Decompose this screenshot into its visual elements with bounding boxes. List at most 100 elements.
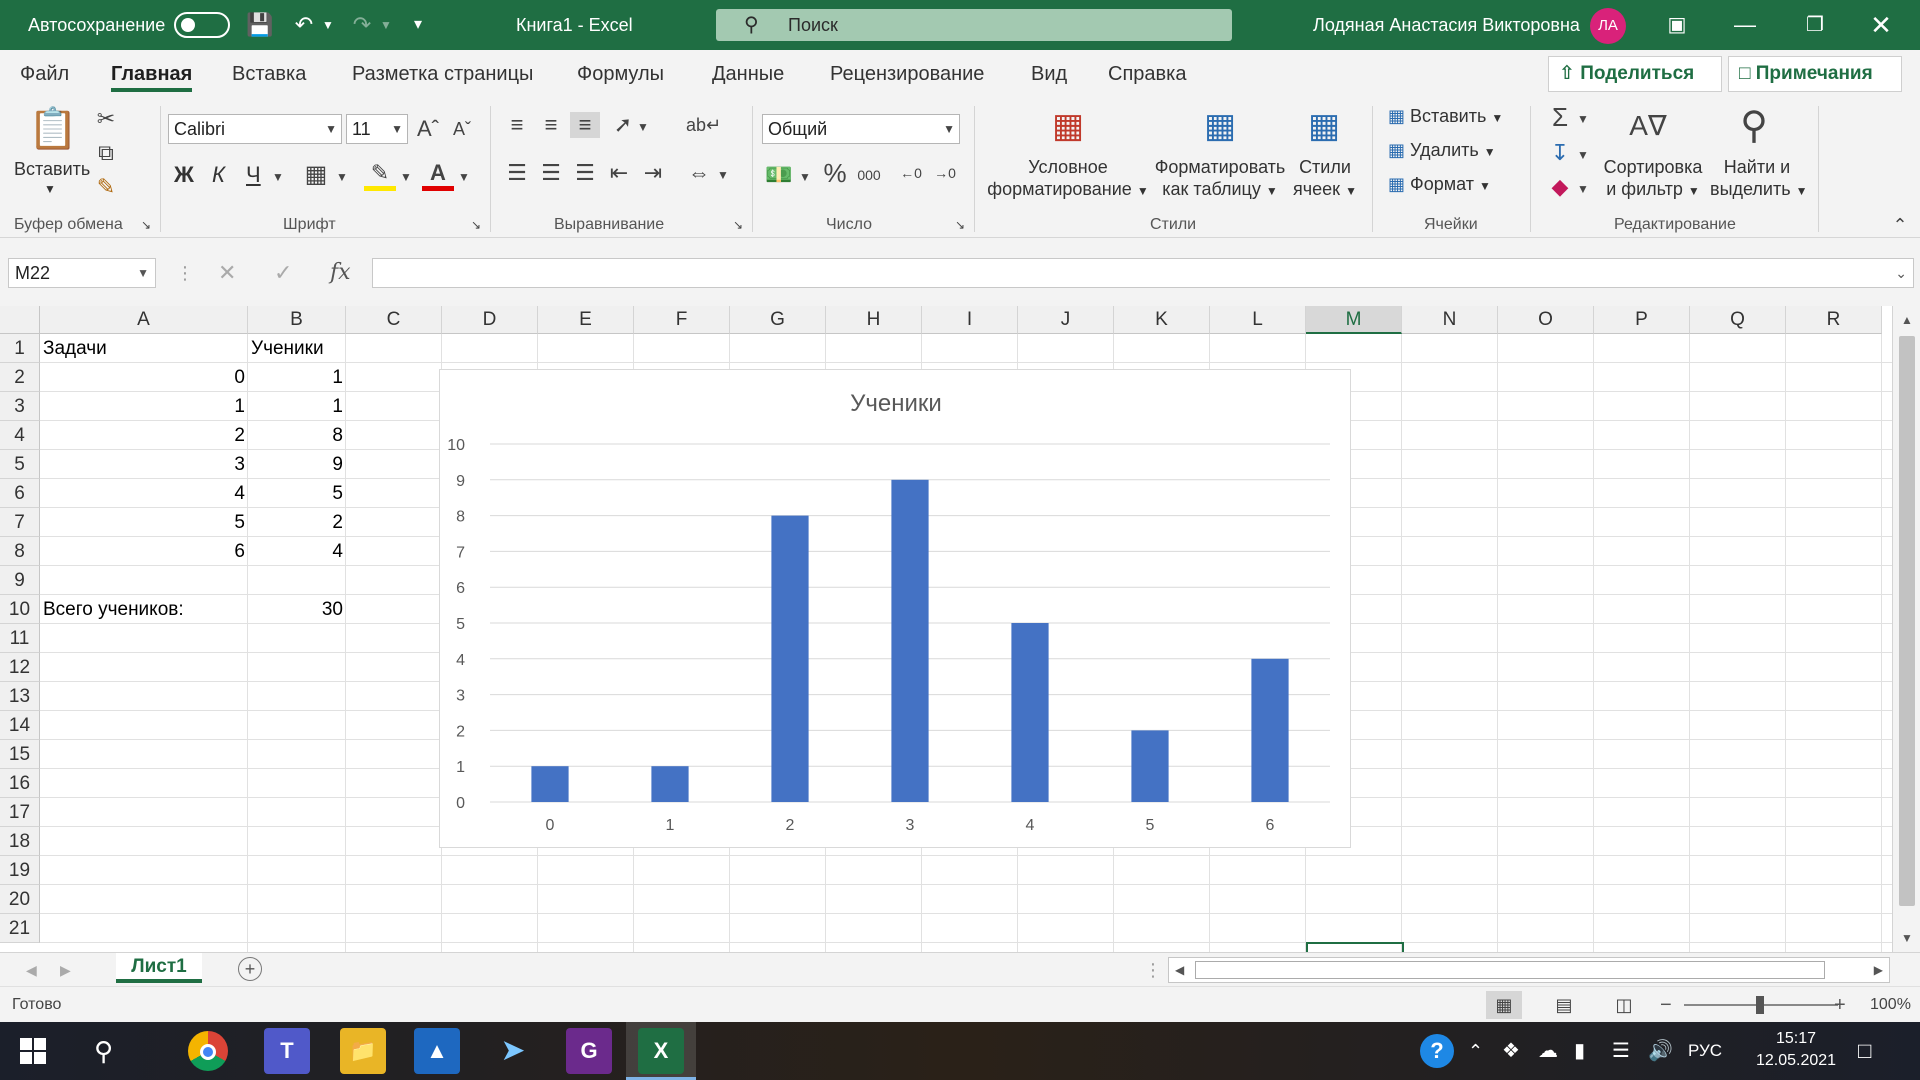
borders-dropdown-icon[interactable]: ▼ — [334, 164, 350, 190]
number-launcher-icon[interactable]: ↘ — [952, 216, 968, 234]
prev-sheet-icon[interactable]: ◀ — [26, 953, 37, 987]
zoom-level[interactable]: 100% — [1870, 987, 1911, 1023]
column-header-e[interactable]: E — [538, 306, 634, 334]
teams-icon[interactable]: T — [264, 1028, 310, 1074]
row-header-6[interactable]: 6 — [0, 479, 40, 508]
cell-a3[interactable]: 1 — [40, 392, 248, 421]
bold-button[interactable]: Ж — [174, 162, 194, 188]
row-header-13[interactable]: 13 — [0, 682, 40, 711]
excel-taskbar-item[interactable]: X — [626, 1022, 696, 1080]
close-icon[interactable]: ✕ — [1866, 0, 1896, 50]
photos-icon[interactable]: ▲ — [414, 1028, 460, 1074]
cell-styles-button[interactable]: Стили ячеек ▼ — [1286, 156, 1364, 202]
percent-icon[interactable]: % — [820, 160, 850, 186]
column-header-b[interactable]: B — [248, 306, 346, 334]
row-header-19[interactable]: 19 — [0, 856, 40, 885]
conditional-format-icon[interactable]: ▦ — [1046, 106, 1090, 146]
language-indicator[interactable]: РУС — [1688, 1022, 1722, 1080]
sheet-tab-active[interactable]: Лист1 — [116, 953, 202, 983]
copy-icon[interactable]: ⧉ — [92, 140, 120, 166]
page-break-view-icon[interactable]: ◫ — [1606, 991, 1642, 1019]
sort-filter-icon[interactable]: A∇ — [1626, 104, 1670, 148]
font-launcher-icon[interactable]: ↘ — [468, 216, 484, 234]
next-sheet-icon[interactable]: ▶ — [60, 953, 71, 987]
decrease-indent-icon[interactable]: ⇤ — [604, 160, 634, 186]
tab-view[interactable]: Вид — [1031, 50, 1067, 98]
row-header-16[interactable]: 16 — [0, 769, 40, 798]
paste-dropdown-icon[interactable]: ▼ — [44, 182, 56, 196]
fill-icon[interactable]: ↧ — [1544, 140, 1576, 166]
minimize-icon[interactable]: — — [1730, 0, 1760, 50]
collapse-ribbon-icon[interactable]: ⌃ — [1888, 212, 1912, 238]
format-cells-button[interactable]: ▦ Формат ▼ — [1388, 174, 1491, 195]
merge-center-icon[interactable]: ⇔ — [684, 160, 714, 186]
autosum-icon[interactable]: Σ — [1544, 104, 1576, 130]
cell-b6[interactable]: 5 — [248, 479, 346, 508]
chart-bar[interactable] — [771, 515, 809, 802]
zoom-out-icon[interactable]: − — [1660, 987, 1672, 1023]
scroll-left-icon[interactable]: ◀ — [1175, 958, 1184, 982]
row-header-14[interactable]: 14 — [0, 711, 40, 740]
clear-dropdown-icon[interactable]: ▼ — [1576, 176, 1590, 202]
page-layout-view-icon[interactable]: ▤ — [1546, 991, 1582, 1019]
chart-bar[interactable] — [1131, 730, 1169, 802]
save-icon[interactable]: 💾 — [244, 0, 276, 50]
zoom-slider-thumb[interactable] — [1756, 996, 1764, 1014]
wifi-icon[interactable]: ☰ — [1612, 1022, 1630, 1080]
find-select-button[interactable]: Найти и выделить ▼ — [1710, 156, 1808, 202]
scroll-up-icon[interactable]: ▲ — [1897, 310, 1917, 330]
decrease-decimal-icon[interactable]: →0 — [930, 160, 960, 186]
tab-file[interactable]: Файл — [20, 50, 69, 98]
scroll-right-icon[interactable]: ▶ — [1874, 958, 1883, 982]
name-box[interactable]: M22 ▼ — [8, 258, 156, 288]
column-header-m[interactable]: M — [1306, 306, 1402, 334]
cell-b4[interactable]: 8 — [248, 421, 346, 450]
row-header-12[interactable]: 12 — [0, 653, 40, 682]
row-header-17[interactable]: 17 — [0, 798, 40, 827]
dropbox-icon[interactable]: ❖ — [1502, 1022, 1520, 1080]
merge-dropdown-icon[interactable]: ▼ — [716, 162, 730, 188]
row-header-7[interactable]: 7 — [0, 508, 40, 537]
row-header-1[interactable]: 1 — [0, 334, 40, 363]
cell-b3[interactable]: 1 — [248, 392, 346, 421]
redo-icon[interactable]: ↷ — [346, 0, 378, 50]
increase-indent-icon[interactable]: ⇥ — [638, 160, 668, 186]
chart-bar[interactable] — [1011, 623, 1049, 802]
chrome-icon[interactable] — [188, 1031, 228, 1071]
accounting-dropdown-icon[interactable]: ▼ — [798, 164, 812, 190]
restore-icon[interactable]: ❐ — [1800, 0, 1830, 50]
cell-b2[interactable]: 1 — [248, 363, 346, 392]
align-left-icon[interactable]: ☰ — [502, 160, 532, 186]
enter-icon[interactable]: ✓ — [274, 258, 292, 288]
autosum-dropdown-icon[interactable]: ▼ — [1576, 106, 1590, 132]
autosave-toggle[interactable] — [174, 12, 230, 38]
cut-icon[interactable]: ✂ — [92, 106, 120, 132]
column-header-p[interactable]: P — [1594, 306, 1690, 334]
pdf-app-icon[interactable]: G — [566, 1028, 612, 1074]
taskbar-search-icon[interactable]: ⚲ — [94, 1022, 113, 1080]
column-header-g[interactable]: G — [730, 306, 826, 334]
column-header-h[interactable]: H — [826, 306, 922, 334]
column-header-d[interactable]: D — [442, 306, 538, 334]
name-box-dropdown-icon[interactable]: ▼ — [137, 259, 149, 287]
row-header-4[interactable]: 4 — [0, 421, 40, 450]
add-sheet-icon[interactable]: + — [238, 957, 262, 981]
select-all-button[interactable] — [0, 306, 40, 334]
app-icon[interactable]: ➤ — [490, 1028, 536, 1074]
column-header-a[interactable]: A — [40, 306, 248, 334]
align-bottom-icon[interactable]: ≡ — [570, 112, 600, 138]
customize-qat-icon[interactable]: ▾ — [406, 0, 430, 50]
zoom-in-icon[interactable]: + — [1834, 987, 1846, 1023]
row-header-15[interactable]: 15 — [0, 740, 40, 769]
more-options-icon[interactable]: ⋮ — [176, 258, 194, 288]
clear-icon[interactable]: ◆ — [1544, 174, 1576, 200]
active-cell-m22[interactable] — [1306, 942, 1404, 952]
align-right-icon[interactable]: ☰ — [570, 160, 600, 186]
cell-a1[interactable]: Задачи — [40, 334, 248, 363]
format-as-table-icon[interactable]: ▦ — [1198, 106, 1242, 146]
cell-b8[interactable]: 4 — [248, 537, 346, 566]
battery-icon[interactable]: ▮ — [1574, 1022, 1585, 1080]
tab-formulas[interactable]: Формулы — [577, 50, 664, 98]
tab-help[interactable]: Справка — [1108, 50, 1186, 98]
horizontal-scroll-thumb[interactable] — [1195, 961, 1825, 979]
